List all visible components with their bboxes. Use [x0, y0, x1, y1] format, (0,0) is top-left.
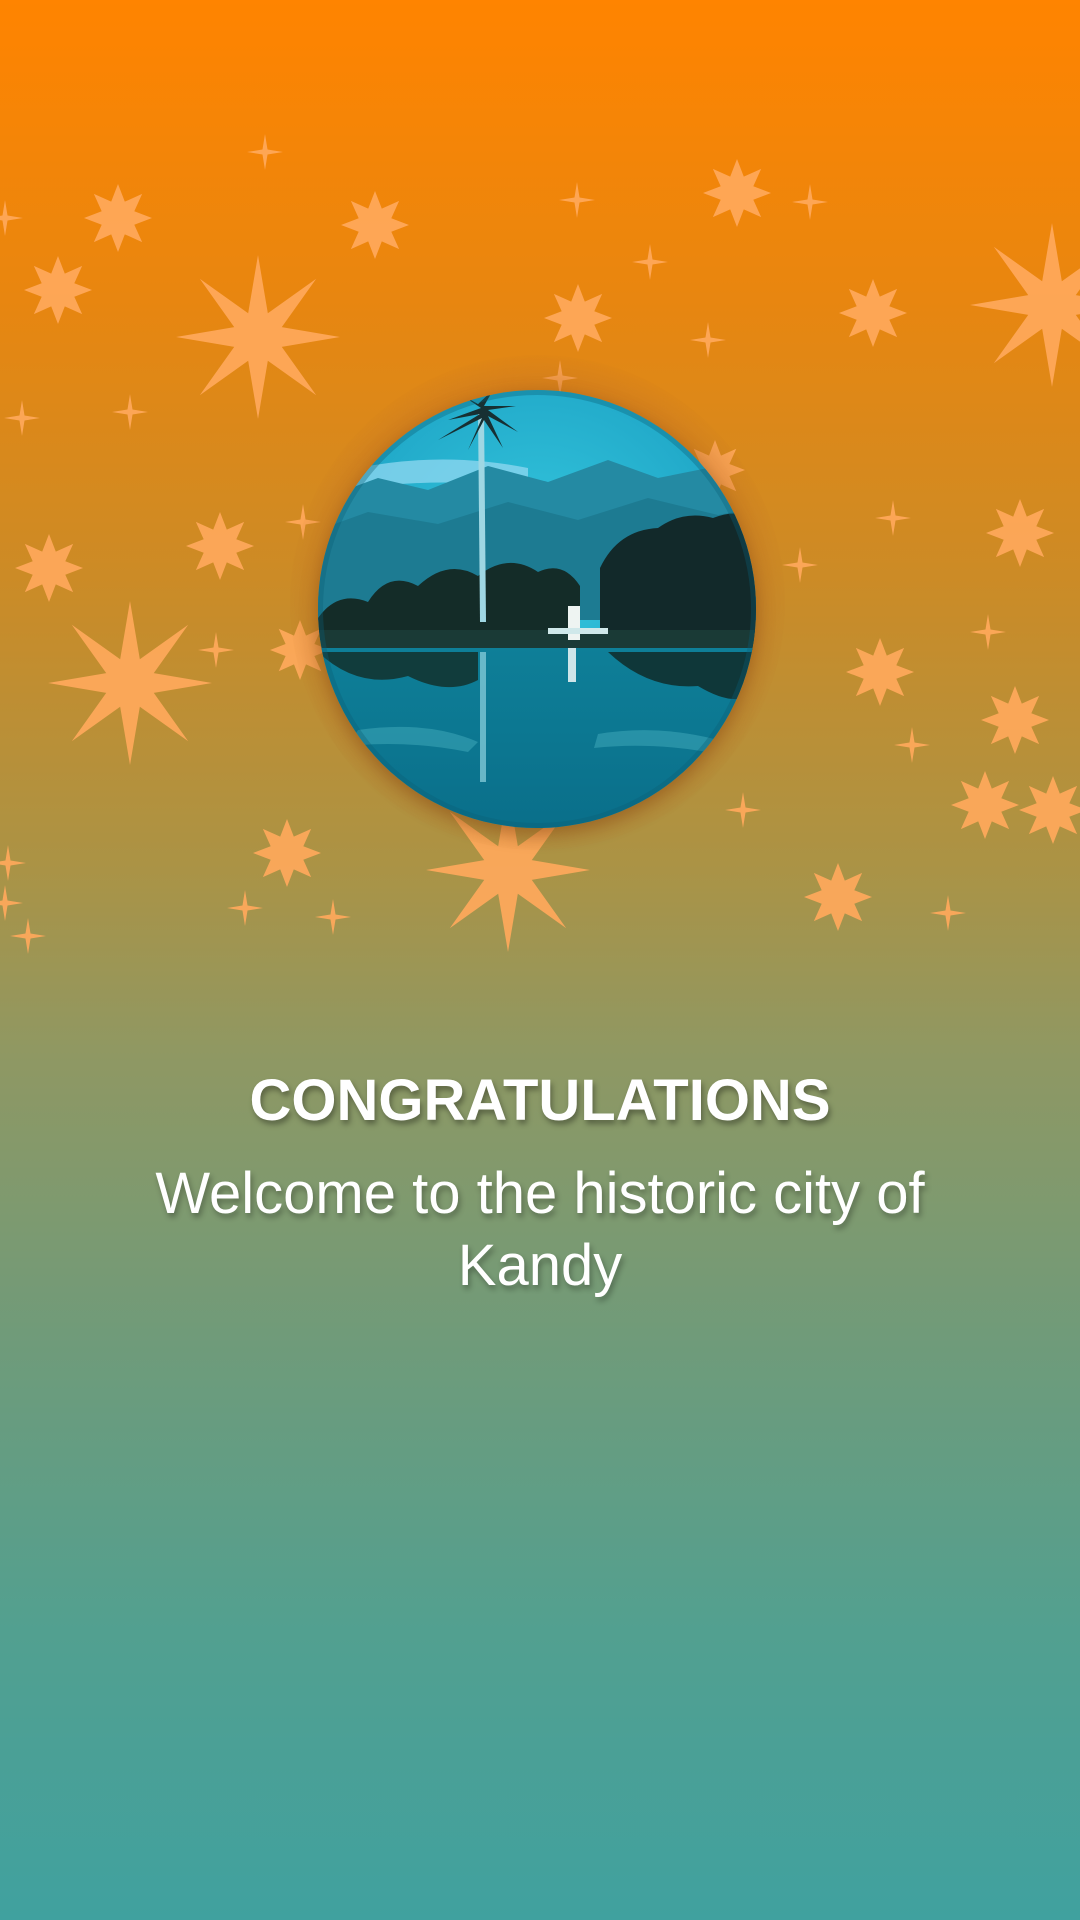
- congratulations-title: CONGRATULATIONS: [249, 1068, 831, 1133]
- welcome-message: Welcome to the historic city of Kandy: [155, 1161, 925, 1298]
- congratulations-screen: CONGRATULATIONS Welcome to the historic …: [0, 0, 1080, 1920]
- kandy-lake-badge: [318, 390, 756, 828]
- kandy-lake-icon: [318, 390, 756, 828]
